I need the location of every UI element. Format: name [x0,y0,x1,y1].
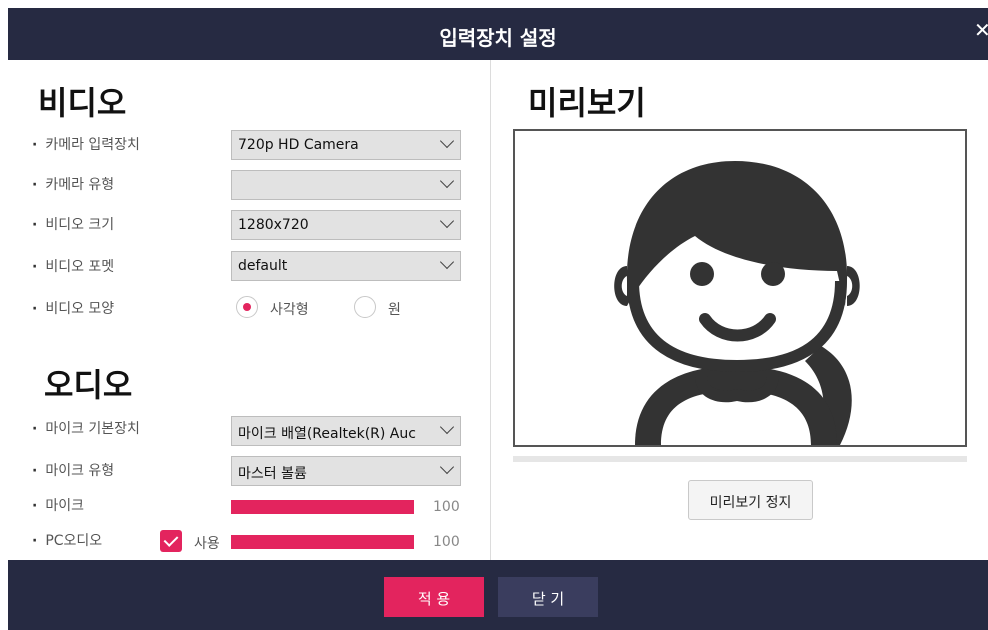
camera-type-label: 카메라 유형 [32,174,114,194]
pc-audio-use-label: 사용 [194,536,220,552]
preview-stop-button[interactable]: 미리보기 정지 [688,480,813,520]
video-shape-label: 비디오 모양 [32,298,114,318]
camera-device-value: 720p HD Camera [238,137,359,153]
dialog-body: 비디오 카메라 입력장치 720p HD Camera 카메라 유형 비디오 크… [8,60,988,560]
pc-audio-volume-slider[interactable] [231,535,414,549]
video-format-value: default [238,258,288,274]
video-section-title: 비디오 [38,84,127,122]
pc-audio-volume-fill [231,535,414,549]
close-icon[interactable]: ✕ [974,18,988,42]
video-format-select[interactable]: default [231,251,461,281]
preview-frame [513,129,967,447]
mic-device-value: 마이크 배열(Realtek(R) Auc [238,426,416,442]
camera-device-select[interactable]: 720p HD Camera [231,130,461,160]
dialog-title: 입력장치 설정 [439,26,557,50]
shape-circle-radio[interactable] [354,296,376,318]
camera-device-label: 카메라 입력장치 [32,134,140,154]
preview-section-title: 미리보기 [528,84,646,122]
preview-progress-bar [513,456,967,462]
pc-audio-use-checkbox[interactable] [160,530,182,552]
mic-type-select[interactable]: 마스터 볼륨 [231,456,461,486]
video-size-label: 비디오 크기 [32,214,114,234]
mic-volume-slider[interactable] [231,500,414,514]
mic-device-label: 마이크 기본장치 [32,418,140,438]
apply-button[interactable]: 적 용 [384,577,484,617]
column-divider [490,60,491,560]
mic-type-label: 마이크 유형 [32,460,114,480]
mic-volume-fill [231,500,414,514]
shape-square-radio[interactable] [236,296,258,318]
mic-label: 마이크 [32,495,84,515]
video-format-label: 비디오 포멧 [32,256,114,276]
video-size-value: 1280x720 [238,217,309,233]
shape-circle-label: 원 [388,302,401,318]
dialog-titlebar: 입력장치 설정 ✕ [8,8,988,60]
pc-audio-label: PC오디오 [32,530,102,550]
camera-type-select[interactable] [231,170,461,200]
mic-type-value: 마스터 볼륨 [238,466,307,482]
dialog-footer: 적 용 닫 기 [8,560,988,630]
pc-audio-volume-value: 100 [433,534,460,550]
close-button[interactable]: 닫 기 [498,577,598,617]
person-avatar-icon [614,161,860,445]
video-size-select[interactable]: 1280x720 [231,210,461,240]
audio-section-title: 오디오 [44,366,133,404]
mic-volume-value: 100 [433,499,460,515]
shape-square-label: 사각형 [270,302,309,318]
mic-device-select[interactable]: 마이크 배열(Realtek(R) Auc [231,416,461,446]
